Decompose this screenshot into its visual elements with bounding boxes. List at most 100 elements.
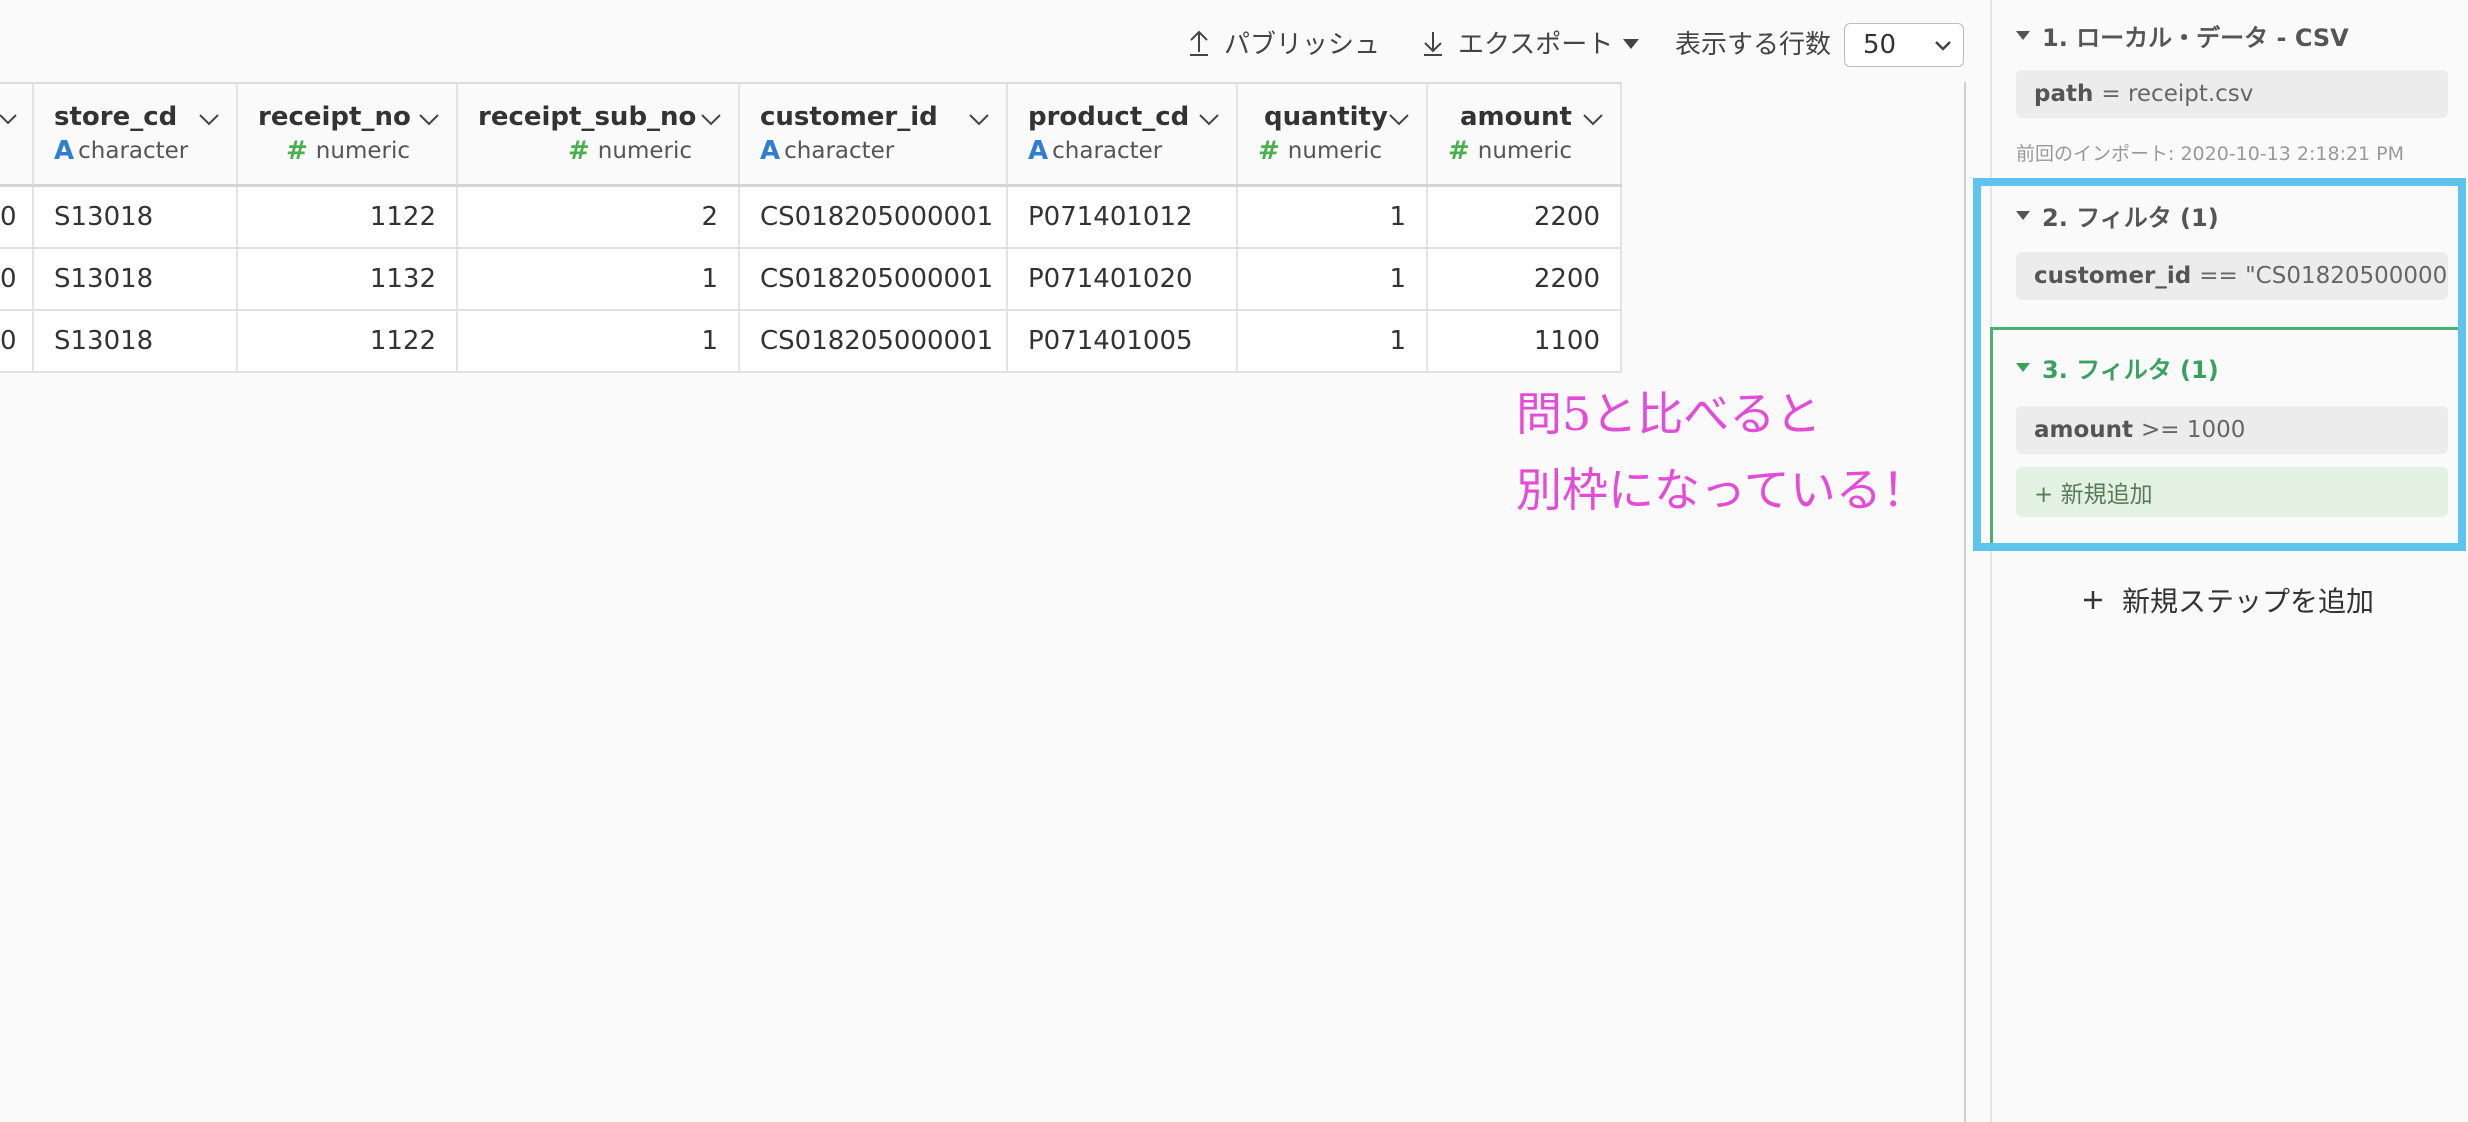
param-key: path (2034, 81, 2094, 107)
column-name: product_cd (1028, 102, 1190, 132)
table-cell: 1 (458, 311, 740, 371)
table-cell: 1100 (1428, 311, 1622, 371)
table-cell: 2200 (1428, 187, 1622, 247)
table-cell: 0 (0, 187, 34, 247)
character-type-icon: A (760, 136, 781, 166)
chevron-down-icon[interactable] (0, 112, 18, 126)
table-cell: S13018 (34, 311, 238, 371)
column-name: quantity (1264, 102, 1388, 132)
table-cell: 1132 (238, 249, 458, 309)
download-icon (1424, 31, 1442, 56)
column-header-partial[interactable] (0, 84, 34, 184)
table-cell: 1 (1238, 311, 1428, 371)
table-cell: 2200 (1428, 249, 1622, 309)
column-name: receipt_sub_no (478, 102, 697, 132)
data-grid: store_cd Acharacter receipt_no # numeric … (0, 82, 1966, 1122)
column-type: # numeric (286, 136, 410, 166)
upload-icon (1190, 30, 1208, 56)
chevron-down-icon[interactable] (1198, 112, 1220, 126)
annotation-line-1: 問5と比べると (1516, 387, 1822, 441)
table-cell: S13018 (34, 249, 238, 309)
table-cell: 1 (458, 249, 740, 309)
character-type-icon: A (1028, 136, 1049, 166)
export-label: エクスポート (1458, 30, 1614, 60)
column-type-label: numeric (597, 138, 692, 164)
column-name: receipt_no (258, 102, 411, 132)
column-type-label: character (78, 138, 189, 164)
table-cell: P071401020 (1008, 249, 1238, 309)
table-cell: P071401012 (1008, 187, 1238, 247)
column-type-label: character (1052, 138, 1163, 164)
highlight-frame (1973, 178, 2466, 551)
steps-panel: 1. ローカル・データ - CSV path = receipt.csv 前回の… (1990, 0, 2468, 1122)
table-row: 0 S13018 1132 1 CS018205000001 P07140102… (0, 249, 1622, 311)
numeric-type-icon: # (1448, 136, 1470, 166)
numeric-type-icon: # (286, 136, 308, 166)
numeric-type-icon: # (1258, 136, 1280, 166)
column-header-quantity[interactable]: quantity # numeric (1238, 84, 1428, 184)
step-1-param[interactable]: path = receipt.csv (2016, 70, 2448, 118)
publish-button[interactable]: パブリッシュ (1188, 24, 1380, 61)
param-value: = receipt.csv (2101, 81, 2254, 107)
chevron-down-icon (1935, 41, 1951, 51)
column-type-label: character (784, 138, 895, 164)
column-type: Acharacter (760, 136, 894, 166)
chevron-down-icon[interactable] (700, 112, 722, 126)
export-button[interactable]: エクスポート (1422, 24, 1640, 61)
table-cell: P071401005 (1008, 311, 1238, 371)
character-type-icon: A (54, 136, 75, 166)
table-cell: 1 (1238, 249, 1428, 309)
add-step-label: 新規ステップを追加 (2122, 585, 2375, 618)
step-1-header[interactable]: 1. ローカル・データ - CSV (2016, 18, 2349, 53)
table-row: 0 S13018 1122 2 CS018205000001 P07140101… (0, 187, 1622, 249)
chevron-down-icon[interactable] (418, 112, 440, 126)
column-header-product-cd[interactable]: product_cd Acharacter (1008, 84, 1238, 184)
table-row: 0 S13018 1122 1 CS018205000001 P07140100… (0, 311, 1622, 373)
column-type: Acharacter (54, 136, 188, 166)
column-type-label: numeric (1477, 138, 1572, 164)
caret-down-icon (1623, 38, 1640, 49)
rows-label: 表示する行数 (1675, 30, 1832, 60)
column-header-receipt-no[interactable]: receipt_no # numeric (238, 84, 458, 184)
column-name: store_cd (54, 102, 178, 132)
table-header-row: store_cd Acharacter receipt_no # numeric … (0, 84, 1622, 187)
chevron-down-icon[interactable] (968, 112, 990, 126)
column-name: customer_id (760, 102, 938, 132)
table-cell: 0 (0, 249, 34, 309)
data-table: store_cd Acharacter receipt_no # numeric … (0, 82, 1622, 373)
chevron-down-icon[interactable] (1388, 112, 1410, 126)
table-cell: 1122 (238, 187, 458, 247)
chevron-down-icon[interactable] (198, 112, 220, 126)
table-cell: 1122 (238, 311, 458, 371)
column-type: # numeric (1258, 136, 1382, 166)
table-cell: S13018 (34, 187, 238, 247)
publish-label: パブリッシュ (1224, 30, 1381, 60)
chevron-down-icon[interactable] (1582, 112, 1604, 126)
collapse-triangle-icon[interactable] (2016, 31, 2030, 40)
column-header-store-cd[interactable]: store_cd Acharacter (34, 84, 238, 184)
add-step-button[interactable]: 新規ステップを追加 (2082, 580, 2374, 620)
annotation-line-2: 別枠になっている！ (1516, 463, 1928, 517)
column-type: # numeric (1448, 136, 1572, 166)
step-1-title: 1. ローカル・データ - CSV (2042, 24, 2349, 52)
table-cell: CS018205000001 (740, 187, 1008, 247)
table-cell: CS018205000001 (740, 249, 1008, 309)
column-type-label: numeric (315, 138, 410, 164)
column-header-receipt-sub-no[interactable]: receipt_sub_no # numeric (458, 84, 740, 184)
column-header-amount[interactable]: amount # numeric (1428, 84, 1622, 184)
column-type: Acharacter (1028, 136, 1162, 166)
toolbar: パブリッシュ エクスポート 表示する行数 50 (0, 0, 1966, 84)
table-cell: 2 (458, 187, 740, 247)
rows-select[interactable]: 50 (1844, 23, 1964, 67)
rows-select-value: 50 (1863, 30, 1897, 60)
table-cell: 1 (1238, 187, 1428, 247)
plus-icon (2084, 591, 2102, 609)
table-cell: 0 (0, 311, 34, 371)
column-type-label: numeric (1287, 138, 1382, 164)
handwritten-annotation: 問5と比べると 別枠になっている！ (1516, 376, 1928, 528)
column-header-customer-id[interactable]: customer_id Acharacter (740, 84, 1008, 184)
table-cell: CS018205000001 (740, 311, 1008, 371)
column-name: amount (1460, 102, 1572, 132)
numeric-type-icon: # (568, 136, 590, 166)
step-1-last-import: 前回のインポート: 2020-10-13 2:18:21 PM (2016, 143, 2405, 165)
